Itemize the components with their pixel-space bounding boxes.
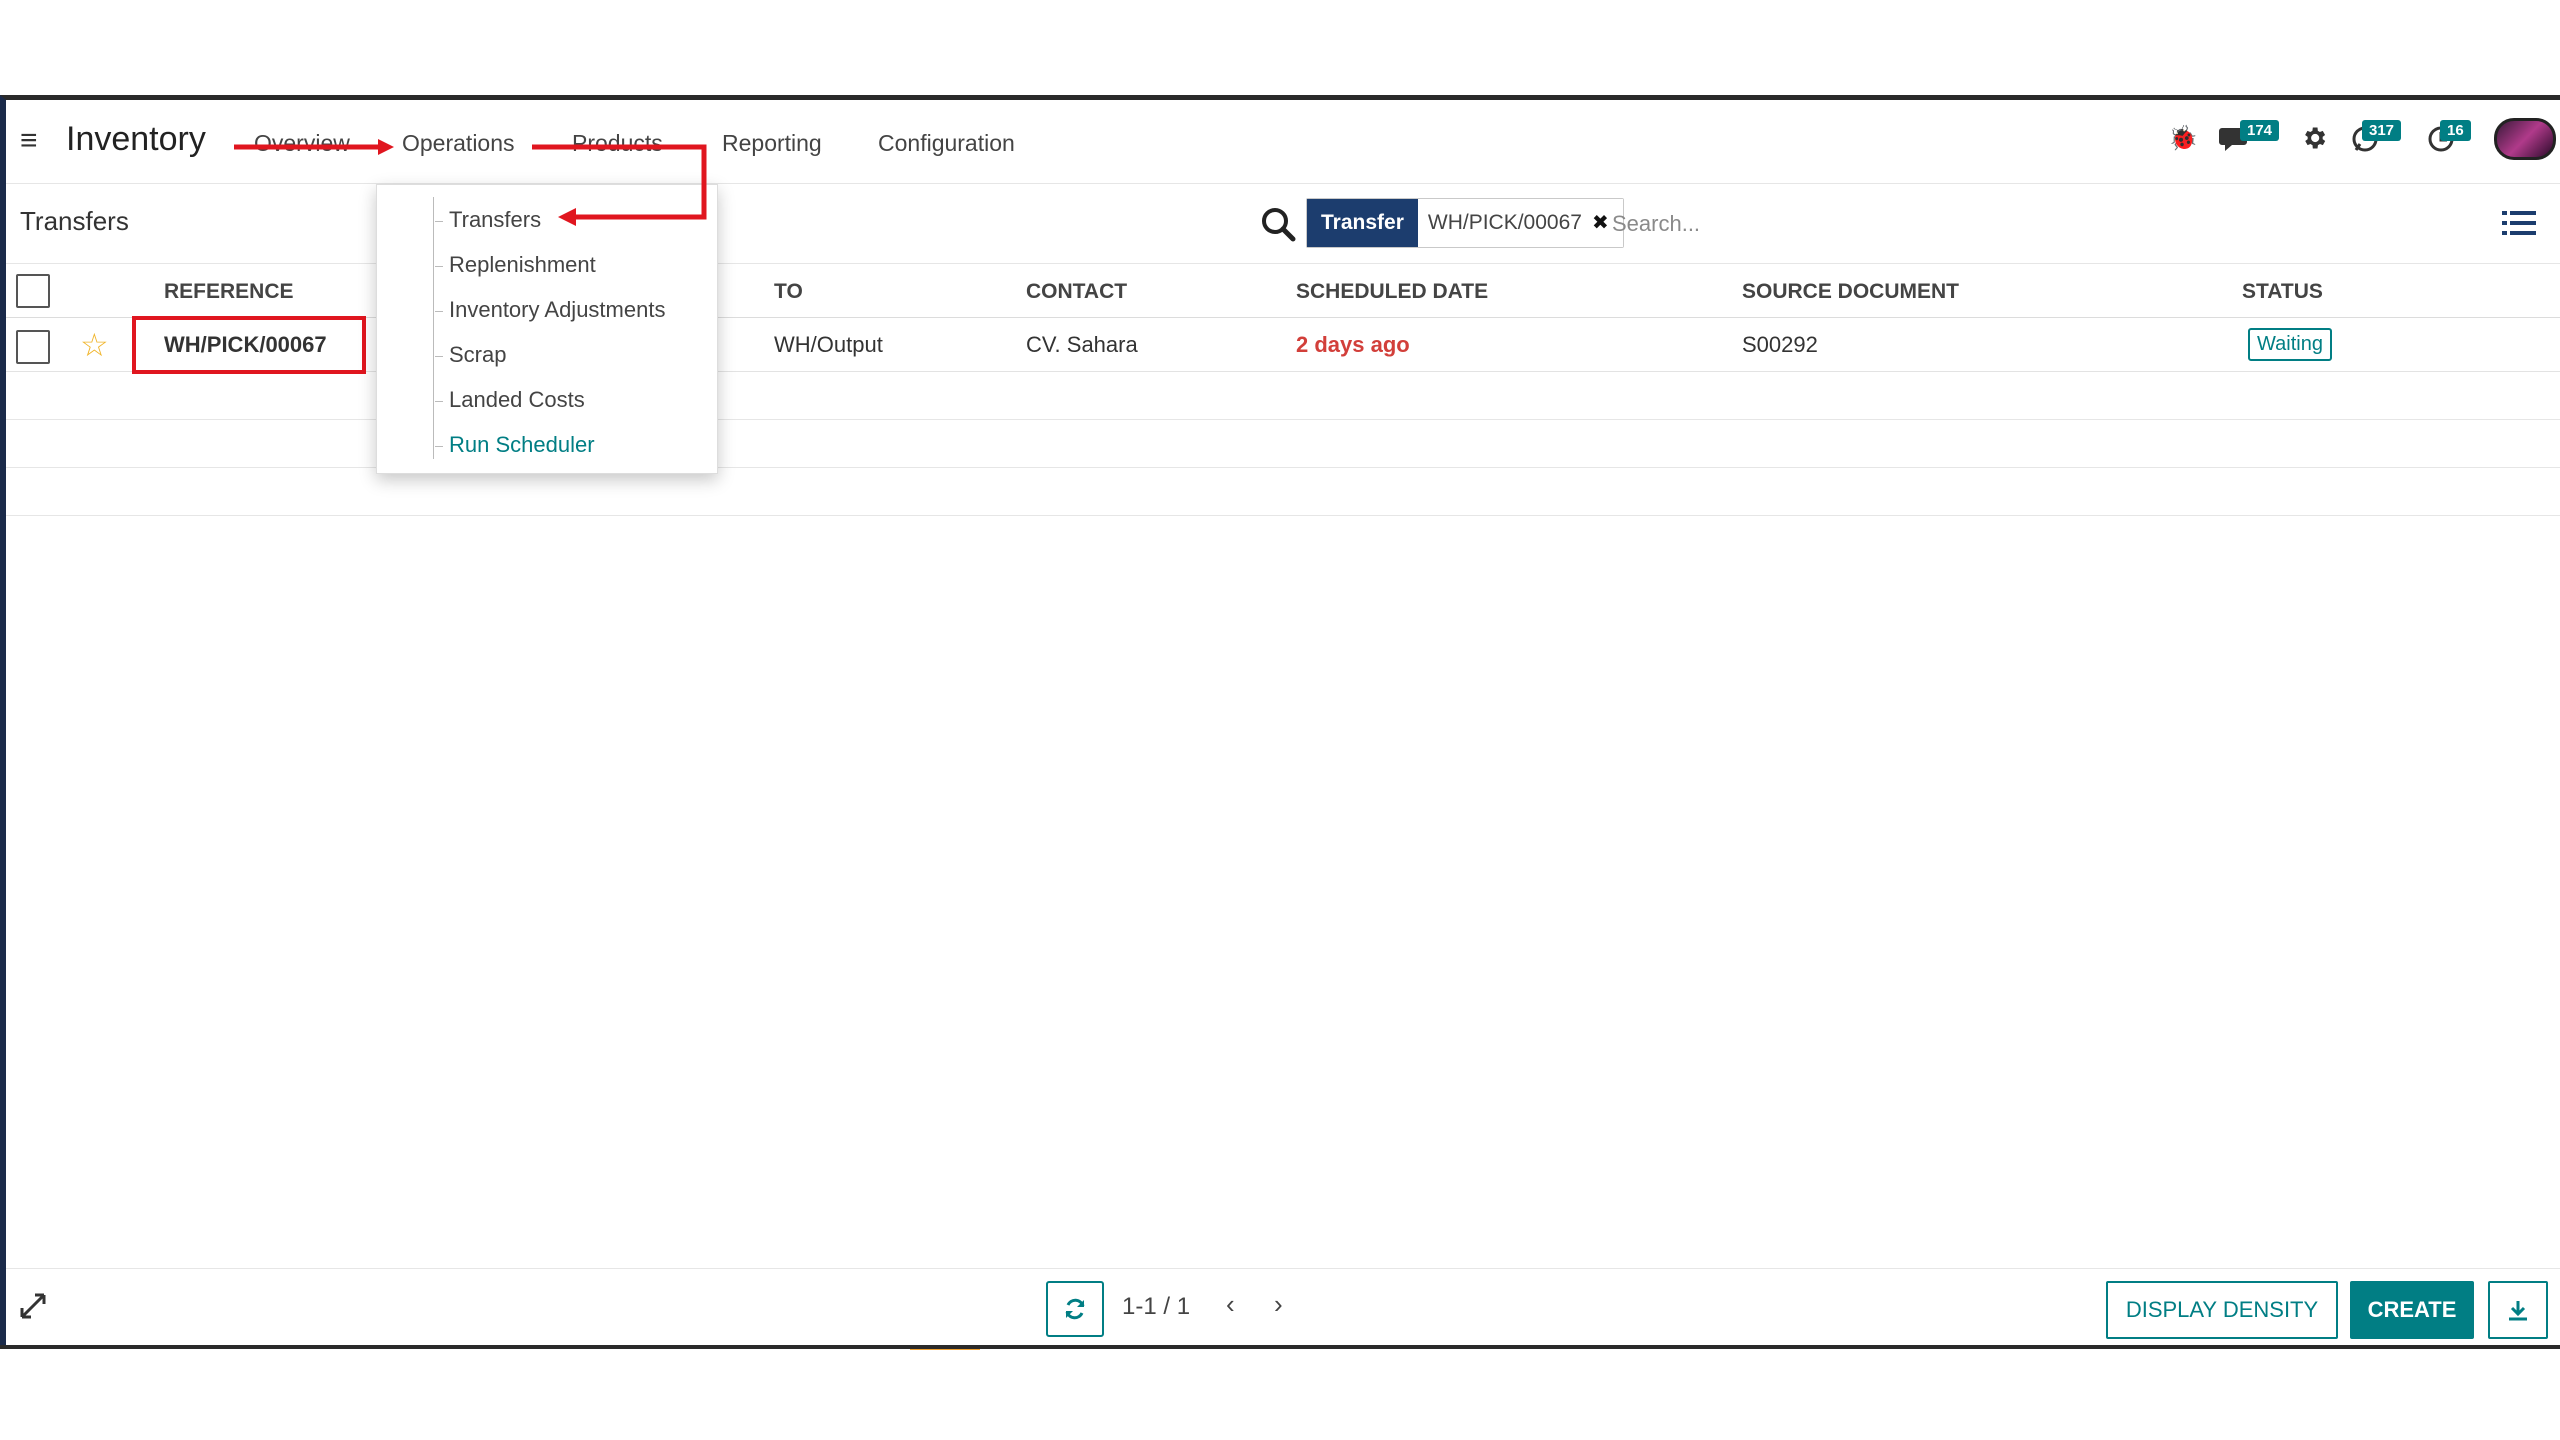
select-all-checkbox[interactable] <box>16 274 50 308</box>
status-badge: Waiting <box>2248 328 2332 361</box>
search-input[interactable] <box>1612 204 2312 244</box>
menu-products[interactable]: Products <box>572 130 663 157</box>
menu-configuration[interactable]: Configuration <box>878 130 1015 157</box>
menu-operations[interactable]: Operations <box>402 130 515 157</box>
row-reference: WH/PICK/00067 <box>164 332 327 357</box>
main-navbar: ≡ Inventory Overview Operations Products… <box>6 100 2560 184</box>
dropdown-item-transfers[interactable]: Transfers <box>434 207 541 233</box>
column-reference[interactable]: REFERENCE <box>164 280 294 304</box>
column-scheduled-date[interactable]: SCHEDULED DATE <box>1296 280 1488 304</box>
dropdown-item-landed-costs[interactable]: Landed Costs <box>435 387 585 413</box>
facet-remove-icon[interactable]: ✖ <box>1592 212 1609 234</box>
row-contact: CV. Sahara <box>1026 332 1138 357</box>
operations-dropdown: Transfers Replenishment Inventory Adjust… <box>376 184 718 474</box>
odoo-window: ≡ Inventory Overview Operations Products… <box>0 95 2560 1350</box>
dropdown-item-inventory-adjustments[interactable]: Inventory Adjustments <box>434 297 665 323</box>
bug-icon[interactable]: 🐞 <box>2168 124 2198 153</box>
menu-reporting[interactable]: Reporting <box>722 130 822 157</box>
list-view-icon[interactable] <box>2502 208 2536 238</box>
download-icon <box>2509 1301 2527 1321</box>
pager-previous-icon[interactable]: ‹ <box>1226 1289 1235 1320</box>
refresh-icon <box>1065 1298 1085 1320</box>
star-icon[interactable]: ☆ <box>80 326 109 364</box>
messages-badge: 174 <box>2240 120 2280 141</box>
bottom-bar: 1-1 / 1 ‹ › DISPLAY DENSITY CREATE <box>6 1268 2560 1350</box>
dropdown-tree-line <box>433 197 434 459</box>
apps-menu-icon[interactable]: ≡ <box>20 124 38 158</box>
menu-overview[interactable]: Overview <box>254 130 350 157</box>
row-checkbox[interactable] <box>16 330 50 364</box>
column-status[interactable]: STATUS <box>2242 280 2323 304</box>
breadcrumb[interactable]: Transfers <box>20 206 129 237</box>
dropdown-item-replenishment[interactable]: Replenishment <box>435 252 596 278</box>
pager-value[interactable]: 1-1 / 1 <box>1122 1293 1190 1321</box>
optional-columns-icon[interactable]: ⋮ <box>2552 278 2560 304</box>
dropdown-item-scrap[interactable]: Scrap <box>434 342 506 368</box>
refresh-button[interactable] <box>1046 1281 1104 1337</box>
clock-badge: 16 <box>2440 120 2471 141</box>
empty-row <box>6 468 2560 516</box>
gear-icon[interactable] <box>2300 124 2328 159</box>
row-source-document: S00292 <box>1742 332 1818 357</box>
column-to[interactable]: TO <box>774 280 803 304</box>
column-source-document[interactable]: SOURCE DOCUMENT <box>1742 280 1959 304</box>
search-icon[interactable] <box>1258 204 1298 244</box>
column-contact[interactable]: CONTACT <box>1026 280 1127 304</box>
export-button[interactable] <box>2488 1281 2548 1339</box>
app-title: Inventory <box>66 120 206 158</box>
facet-value: WH/PICK/00067 <box>1427 211 1582 234</box>
facet-value-wrap: WH/PICK/00067 ✖ <box>1417 199 1623 247</box>
dropdown-item-run-scheduler[interactable]: Run Scheduler <box>435 432 595 458</box>
expand-icon[interactable] <box>18 1291 48 1321</box>
activities-badge: 317 <box>2362 120 2402 141</box>
facet-label: Transfer <box>1307 199 1418 247</box>
pager-next-icon[interactable]: › <box>1274 1289 1283 1320</box>
create-button[interactable]: CREATE <box>2350 1281 2474 1339</box>
row-scheduled-date: 2 days ago <box>1296 332 1410 357</box>
progress-strip <box>910 1346 980 1350</box>
display-density-button[interactable]: DISPLAY DENSITY <box>2106 1281 2338 1339</box>
row-to: WH/Output <box>774 332 883 357</box>
search-facet: Transfer WH/PICK/00067 ✖ <box>1306 198 1624 248</box>
user-avatar[interactable] <box>2494 118 2556 160</box>
